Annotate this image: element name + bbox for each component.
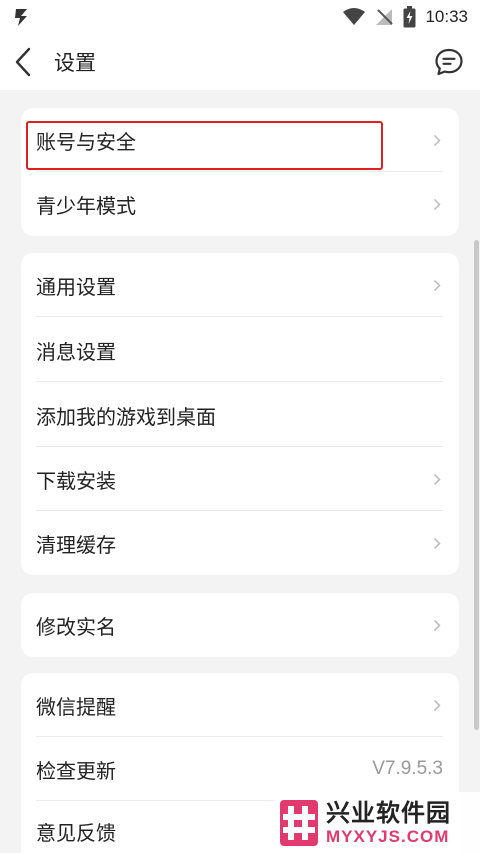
settings-item-general[interactable]: 通用设置 <box>21 253 459 317</box>
settings-item-clear-cache[interactable]: 清理缓存 <box>21 511 459 575</box>
scrollbar[interactable] <box>474 240 479 730</box>
back-chevron-icon <box>15 47 31 77</box>
settings-item-wechat-reminder[interactable]: 微信提醒 <box>21 673 459 737</box>
settings-item-download-install[interactable]: 下载安装 <box>21 447 459 511</box>
settings-item-add-games-to-desktop[interactable]: 添加我的游戏到桌面 <box>21 383 459 447</box>
watermark: 兴业软件园 MYXYJS.COM <box>274 792 480 853</box>
settings-item-label: 清理缓存 <box>36 532 116 557</box>
chevron-right-icon <box>433 536 443 550</box>
settings-item-label: 下载安装 <box>36 468 116 493</box>
nav-bar: 设置 <box>0 34 480 90</box>
no-signal-icon <box>374 7 394 27</box>
chevron-right-icon <box>433 618 443 632</box>
settings-item-label: 青少年模式 <box>36 193 136 218</box>
message-button[interactable] <box>432 45 466 79</box>
settings-item-label: 微信提醒 <box>36 694 116 719</box>
highlight-box <box>26 121 383 170</box>
watermark-logo-icon <box>280 799 318 846</box>
chevron-right-icon <box>433 472 443 486</box>
chevron-right-icon <box>433 197 443 211</box>
version-value: V7.9.5.3 <box>372 758 443 779</box>
page-title: 设置 <box>54 51 96 75</box>
settings-item-label: 消息设置 <box>36 339 116 364</box>
wifi-icon <box>343 8 366 26</box>
settings-item-label: 添加我的游戏到桌面 <box>36 404 216 429</box>
watermark-domain: MYXYJS.COM <box>326 826 450 846</box>
watermark-name: 兴业软件园 <box>326 798 451 827</box>
chevron-right-icon <box>433 278 443 292</box>
status-bar: 10:33 <box>0 0 480 34</box>
settings-group-realname: 修改实名 <box>21 593 459 657</box>
settings-item-label: 通用设置 <box>36 274 116 299</box>
settings-list[interactable]: 账号与安全 青少年模式 通用设置 消息设置 添加我的游戏到桌面 下载安装 清理缓… <box>0 90 480 853</box>
chat-bubble-icon <box>435 48 463 76</box>
back-button[interactable] <box>14 42 44 82</box>
settings-group-general: 通用设置 消息设置 添加我的游戏到桌面 下载安装 清理缓存 <box>21 253 459 575</box>
settings-item-notifications[interactable]: 消息设置 <box>21 318 459 382</box>
settings-item-teen-mode[interactable]: 青少年模式 <box>21 172 459 236</box>
status-time: 10:33 <box>425 7 468 26</box>
chevron-right-icon <box>433 133 443 147</box>
settings-item-change-real-name[interactable]: 修改实名 <box>21 593 459 657</box>
chevron-right-icon <box>433 698 443 712</box>
settings-item-label: 修改实名 <box>36 614 116 639</box>
settings-item-label: 检查更新 <box>36 758 116 783</box>
battery-charging-icon <box>403 6 416 28</box>
app-logo-icon <box>14 7 30 27</box>
